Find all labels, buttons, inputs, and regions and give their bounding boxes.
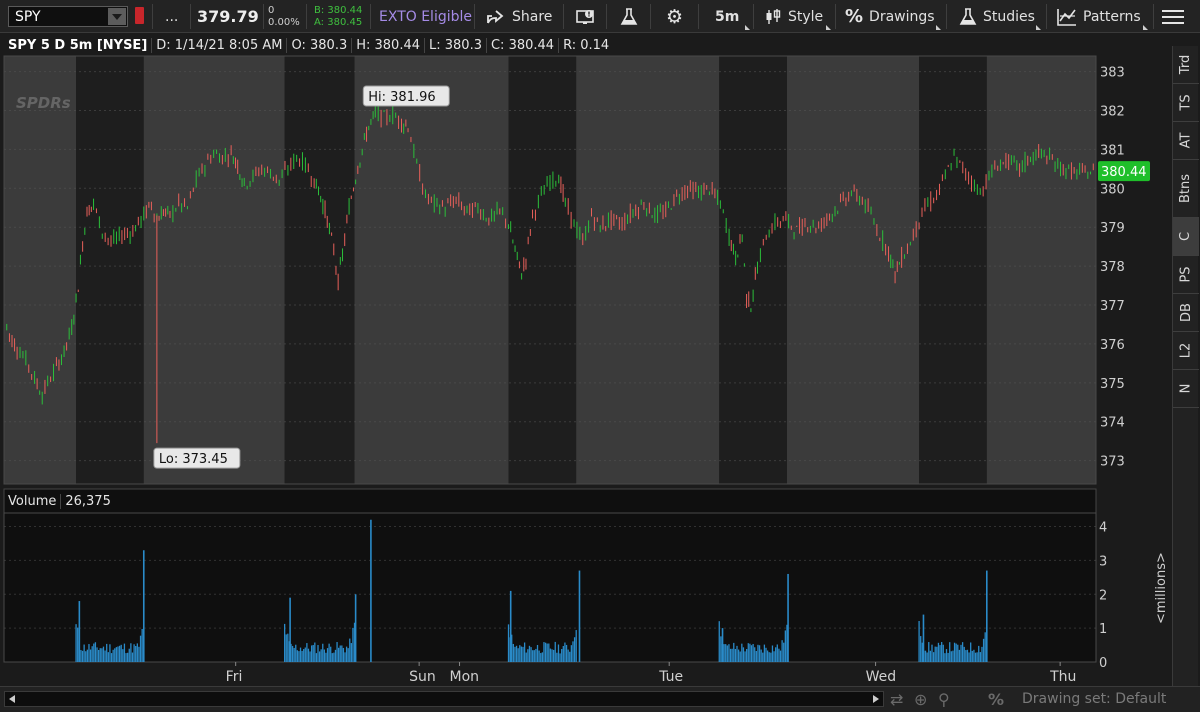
volume-label[interactable]: Volume xyxy=(4,494,60,509)
x-axis: Fri Sun Mon Tue Wed Thu xyxy=(226,662,1076,685)
session-band xyxy=(76,56,144,484)
price-tick-label: 380 xyxy=(1100,182,1125,197)
session-bands xyxy=(4,56,1096,484)
spdrs-logo: SPDRs xyxy=(16,94,71,112)
tab-active-trader[interactable]: AT xyxy=(1173,122,1199,160)
volume-tick-label: 4 xyxy=(1099,521,1107,536)
volume-header-bg xyxy=(3,488,1097,514)
session-band xyxy=(719,56,787,484)
session-band xyxy=(919,56,987,484)
price-tick-label: 376 xyxy=(1100,338,1125,353)
x-tick-label: Thu xyxy=(1049,669,1076,685)
price-tick-label: 381 xyxy=(1100,143,1125,158)
session-band xyxy=(508,56,577,484)
volume-tick-label: 2 xyxy=(1099,588,1107,603)
label-text: Hi: 381.96 xyxy=(368,90,435,105)
tab-trade[interactable]: Trd xyxy=(1173,46,1199,84)
low-label: Lo: 373.45 xyxy=(153,447,241,469)
x-tick-label: Wed xyxy=(866,669,897,685)
tab-buttons[interactable]: Btns xyxy=(1173,160,1199,218)
session-band xyxy=(576,56,720,484)
session-band xyxy=(143,56,285,484)
scroll-right-icon[interactable] xyxy=(873,695,879,703)
tab-chart[interactable]: C xyxy=(1173,218,1199,256)
horizontal-scrollbar[interactable] xyxy=(4,691,884,707)
session-band xyxy=(284,56,355,484)
tab-time-sales[interactable]: TS xyxy=(1173,84,1199,122)
scroll-left-icon[interactable] xyxy=(9,695,15,703)
pane-divider xyxy=(4,484,1096,488)
volume-background xyxy=(4,513,1096,662)
tab-level2[interactable]: L2 xyxy=(1173,332,1199,370)
side-tabs: Trd TS AT Btns C PS DB L2 N xyxy=(1172,46,1199,686)
price-tick-label: 378 xyxy=(1100,260,1125,275)
price-tick-label: 375 xyxy=(1100,377,1125,392)
tab-news[interactable]: N xyxy=(1173,370,1199,408)
volume-axis: 0 1 2 3 4 xyxy=(1099,521,1107,671)
volume-unit-label: <millions> xyxy=(1154,552,1169,624)
zoom-icon[interactable]: ⚲ xyxy=(938,690,950,709)
price-tick-label: 383 xyxy=(1100,66,1125,81)
session-band xyxy=(4,56,77,484)
current-price-text: 380.44 xyxy=(1101,165,1147,180)
price-tick-label: 374 xyxy=(1100,416,1125,431)
volume-header: Volume 26,375 xyxy=(4,490,115,512)
pan-icon[interactable]: ⇄ xyxy=(890,690,903,709)
percent-icon[interactable]: % xyxy=(988,690,1004,709)
crosshair-icon[interactable]: ⊕ xyxy=(914,690,927,709)
session-band xyxy=(354,56,509,484)
x-tick-label: Fri xyxy=(226,669,243,685)
volume-tick-label: 3 xyxy=(1099,554,1107,569)
tab-position-summary[interactable]: PS xyxy=(1173,256,1199,294)
volume-tick-label: 1 xyxy=(1099,622,1107,637)
bottom-bar: ⇄ ⊕ ⚲ % Drawing set: Default xyxy=(0,686,1200,712)
drawing-set-label[interactable]: Drawing set: Default xyxy=(1022,691,1166,707)
session-band xyxy=(986,56,1096,484)
x-tick-label: Mon xyxy=(450,669,480,685)
x-tick-label: Tue xyxy=(658,669,683,685)
session-band xyxy=(786,56,920,484)
tab-dashboard[interactable]: DB xyxy=(1173,294,1199,332)
volume-value: 26,375 xyxy=(60,493,115,509)
volume-tick-label: 0 xyxy=(1099,656,1107,671)
price-tick-label: 377 xyxy=(1100,299,1125,314)
high-label: Hi: 381.96 xyxy=(362,85,450,107)
price-axis: 373 374 375 376 377 378 379 380 381 382 383 xyxy=(1096,34,1170,488)
x-tick-label: Sun xyxy=(409,669,436,685)
label-text: Lo: 373.45 xyxy=(159,452,228,467)
price-tick-label: 373 xyxy=(1100,455,1125,470)
price-tick-label: 379 xyxy=(1100,221,1125,236)
price-tick-label: 382 xyxy=(1100,104,1125,119)
chart-canvas[interactable]: 373 374 375 376 377 378 379 380 381 382 383 Hi: 38… xyxy=(0,0,1170,686)
